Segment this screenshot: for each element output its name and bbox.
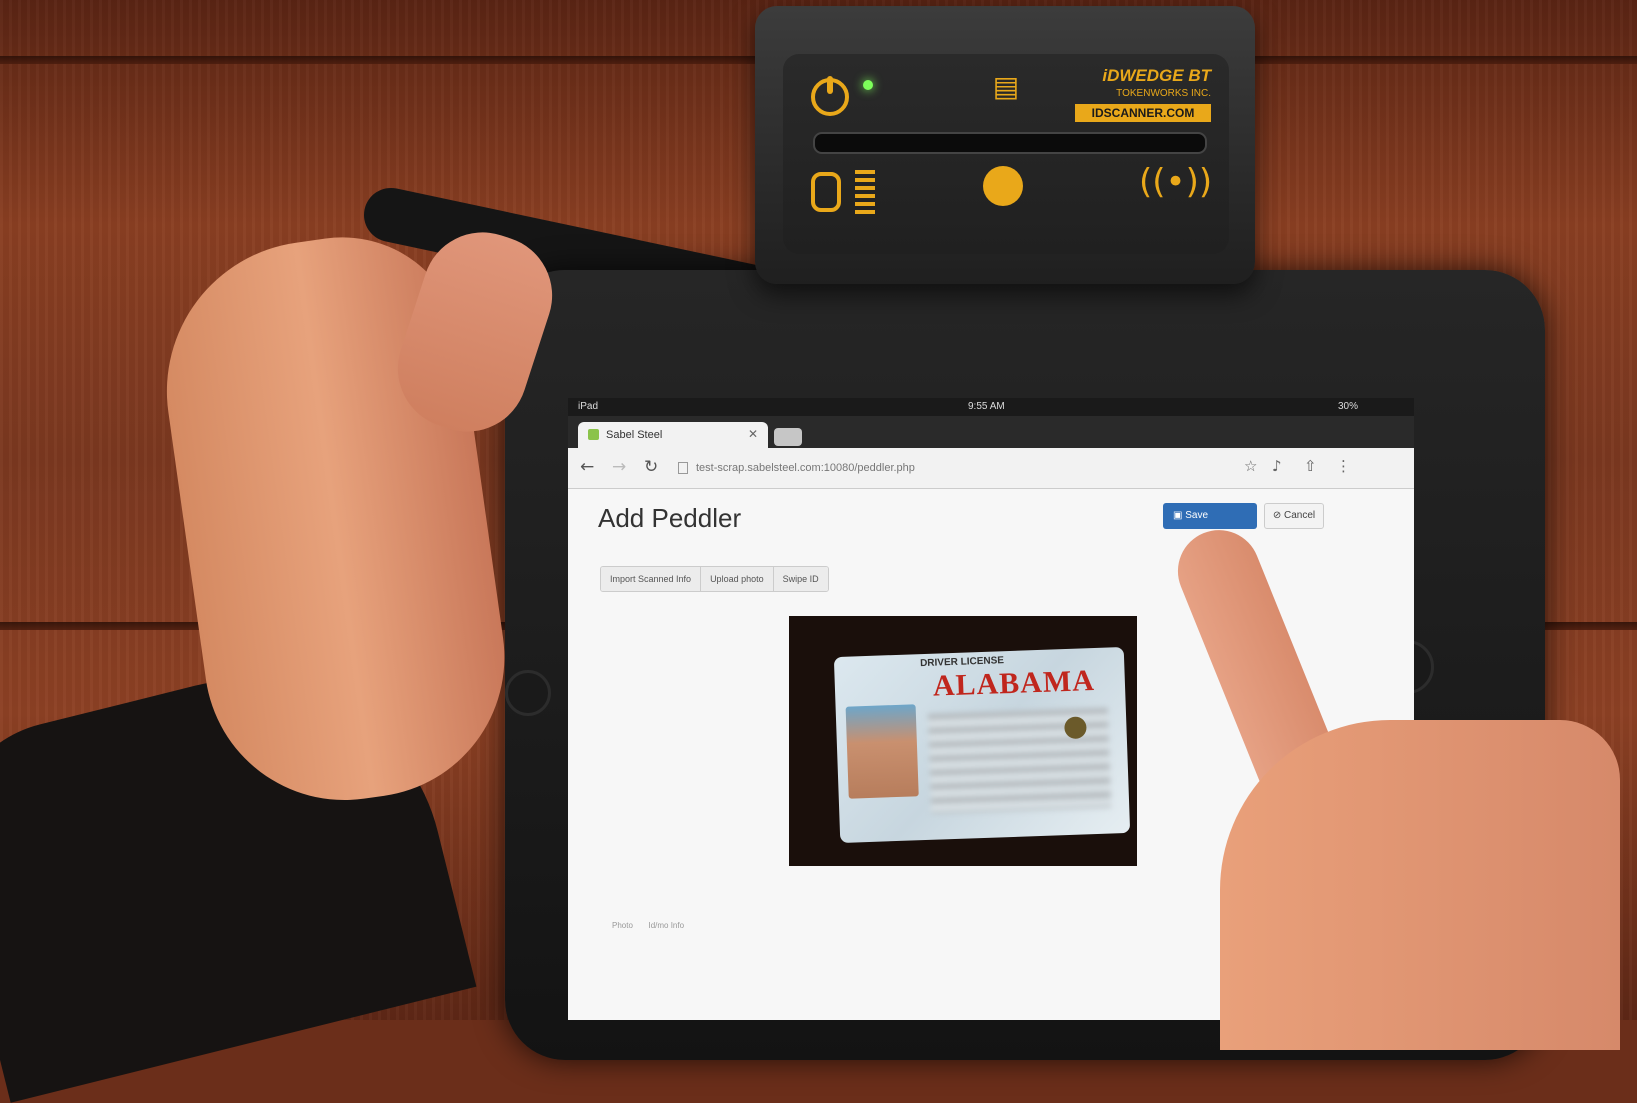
drivers-license-card: DRIVER LICENSE ALABAMA: [833, 646, 1131, 844]
cancel-label: Cancel: [1284, 510, 1316, 521]
battery-level: 30%: [1337, 401, 1358, 412]
cancel-button[interactable]: ⊘ Cancel: [1264, 503, 1324, 529]
id-scanner-device: ▤ iDWEDGE BT TOKENWORKS INC. IDSCANNER.C…: [755, 6, 1255, 284]
card-insert-icon: ▤: [992, 71, 1020, 102]
status-time: 9:55 AM: [968, 401, 1005, 412]
case-side-bumper: [505, 670, 551, 716]
power-icon[interactable]: [811, 76, 849, 116]
scan-button[interactable]: [983, 166, 1023, 206]
menu-icon[interactable]: ⋮: [1336, 457, 1351, 475]
address-bar[interactable]: test-scrap.sabelsteel.com:10080/peddler.…: [678, 455, 1238, 481]
close-icon[interactable]: ✕: [748, 427, 758, 441]
status-led: [863, 80, 873, 90]
cancel-icon: ⊘: [1272, 510, 1285, 521]
save-label: Save: [1185, 510, 1209, 521]
device-label: iPad: [578, 401, 599, 412]
url-text: test-scrap.sabelsteel.com:10080/peddler.…: [696, 462, 915, 474]
license-state: ALABAMA: [932, 664, 1096, 703]
browser-tab[interactable]: Sabel Steel ✕: [578, 422, 768, 448]
signal-bars-icon: [855, 170, 875, 214]
upload-photo-button[interactable]: Upload photo: [701, 567, 774, 591]
reload-icon[interactable]: ↻: [644, 457, 658, 477]
chip-icon: [811, 172, 841, 212]
save-button[interactable]: ▣ Save: [1163, 503, 1257, 529]
scanner-maker: TOKENWORKS INC.: [1116, 88, 1211, 99]
swipe-id-button[interactable]: Swipe ID: [773, 567, 828, 591]
footer-tab-info[interactable]: Id/mo Info: [648, 921, 684, 930]
new-tab-button[interactable]: [774, 428, 802, 446]
mic-icon[interactable]: ♪: [1272, 457, 1282, 475]
footer-tab-photo[interactable]: Photo: [612, 921, 633, 930]
ios-status-bar: iPad 9:55 AM 30%: [568, 398, 1414, 416]
favicon-icon: [588, 429, 599, 440]
browser-toolbar: ← → ↻ test-scrap.sabelsteel.com:10080/pe…: [568, 448, 1414, 489]
page-title: Add Peddler: [598, 503, 742, 533]
card-swipe-slot[interactable]: [813, 132, 1207, 154]
license-portrait: [845, 704, 919, 799]
import-scanned-info-button[interactable]: Import Scanned Info: [601, 567, 702, 591]
right-hand: [1220, 720, 1620, 1050]
contactless-icon: ((•)): [1139, 162, 1213, 202]
tab-title: Sabel Steel: [606, 429, 663, 441]
forward-icon[interactable]: →: [612, 457, 626, 477]
id-photo: DRIVER LICENSE ALABAMA: [789, 616, 1137, 866]
page-footer: Photo Id/mo Info: [612, 921, 684, 930]
share-icon[interactable]: ⇧: [1304, 457, 1317, 475]
save-icon: ▣: [1173, 510, 1186, 521]
scanner-panel: ▤ iDWEDGE BT TOKENWORKS INC. IDSCANNER.C…: [783, 54, 1229, 254]
browser-tab-bar: Sabel Steel ✕: [568, 416, 1414, 448]
star-icon[interactable]: ☆: [1244, 457, 1257, 475]
scanner-brand: iDWEDGE BT: [1102, 66, 1211, 85]
scanner-site: IDSCANNER.COM: [1075, 104, 1211, 122]
action-button-group: Import Scanned Info Upload photo Swipe I…: [600, 566, 829, 592]
back-icon[interactable]: ←: [580, 457, 594, 477]
page-info-icon: [678, 462, 688, 475]
